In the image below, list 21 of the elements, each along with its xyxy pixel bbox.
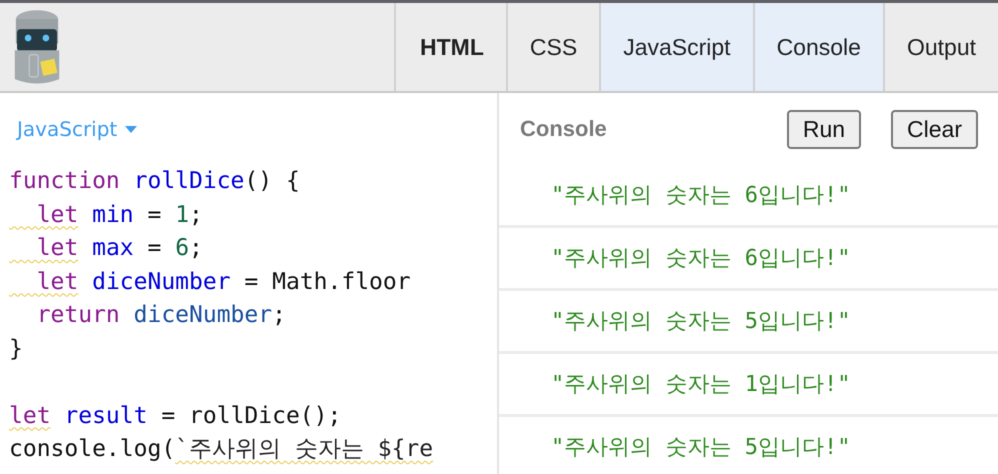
console-output: "주사위의 숫자는 5입니다!": [551, 308, 850, 336]
console-output: "주사위의 숫자는 6입니다!": [551, 245, 850, 273]
code-line: console.log(`주사위의 숫자는 ${re: [9, 436, 434, 462]
console-output: "주사위의 숫자는 1입니다!": [551, 371, 850, 399]
panel-tab[interactable]: JavaScript: [599, 3, 753, 91]
code-line: function rollDice() {: [9, 168, 300, 194]
code-line: let diceNumber = Math.floor: [36, 268, 411, 294]
caret-icon: [125, 126, 138, 132]
console-title: Console: [520, 116, 608, 142]
panel-tab[interactable]: Console: [752, 3, 883, 91]
code-line: let max = 6;: [36, 235, 203, 261]
code-line: let result = rollDice();: [9, 402, 342, 428]
panel-tab[interactable]: Output: [882, 3, 998, 91]
console-button[interactable]: Run: [786, 110, 862, 148]
console-output: "주사위의 숫자는 5입니다!": [551, 434, 850, 462]
console-output: "주사위의 숫자는 6입니다!": [551, 182, 850, 210]
code-line: }: [9, 336, 23, 362]
code-line: let min = 1;: [36, 202, 203, 228]
console-button[interactable]: Clear: [891, 110, 978, 148]
code-line: return diceNumber;: [36, 302, 286, 328]
panel-tab[interactable]: HTML: [394, 3, 506, 91]
